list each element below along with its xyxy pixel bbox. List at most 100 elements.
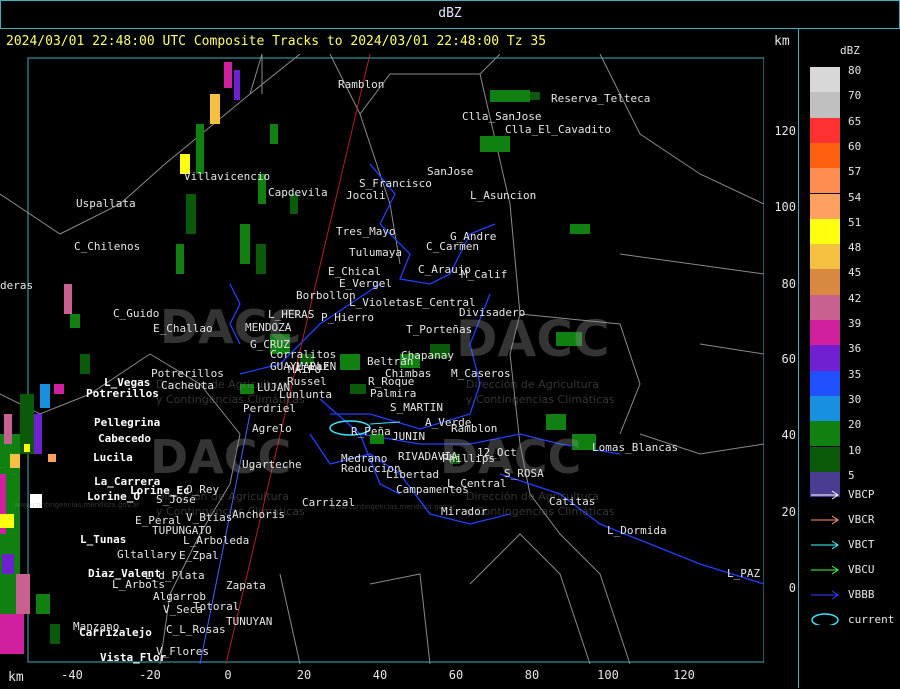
legend-swatch xyxy=(810,168,840,194)
place-label: deras xyxy=(0,279,34,292)
place-label: JUNIN xyxy=(392,430,426,443)
legend-value: 80 xyxy=(848,64,862,77)
place-label: E_Challao xyxy=(153,322,213,335)
place-label: E_Zpal xyxy=(179,549,219,562)
y-tick: 40 xyxy=(781,428,796,442)
legend-value: 51 xyxy=(848,215,862,229)
place-label: Uspallata xyxy=(76,197,136,210)
legend-title: dBZ xyxy=(840,44,860,57)
place-label: S_ROSA xyxy=(504,467,544,480)
legend-value: 5 xyxy=(848,468,855,482)
legend-value: 10 xyxy=(848,443,862,457)
place-label: Lomas_Blancas xyxy=(592,441,679,454)
composite-tracks-subtitle: 2024/03/01 22:48:00 UTC Composite Tracks… xyxy=(6,34,547,49)
legend-track-name: current xyxy=(848,613,895,626)
place-label: Anchoris xyxy=(232,508,285,521)
track-arrow-icon xyxy=(811,490,839,500)
legend-swatch xyxy=(810,142,840,169)
place-label: Potrerillos xyxy=(86,387,159,400)
place-label: Lunlunta xyxy=(279,388,332,401)
place-label: S_MARTIN xyxy=(390,401,443,414)
place-label: L_Dormida xyxy=(607,524,667,537)
legend-value: 30 xyxy=(848,392,862,406)
place-label: Tulumaya xyxy=(349,246,402,259)
current-track-path xyxy=(369,421,401,425)
legend-swatch xyxy=(810,67,840,93)
x-tick: -20 xyxy=(139,668,161,682)
legend-track-name: VBCP xyxy=(848,488,875,501)
legend-value: 60 xyxy=(848,139,862,153)
watermark-brand-3: DACC xyxy=(150,430,292,484)
place-label: L_PAZ xyxy=(727,567,761,580)
place-label: Campamentos xyxy=(396,483,469,496)
place-label: Borbollon xyxy=(296,289,356,302)
place-label: Ramblon xyxy=(451,422,498,435)
place-label: Lorine_O xyxy=(87,490,140,503)
x-tick: 60 xyxy=(448,668,464,682)
y-tick: 0 xyxy=(788,581,796,595)
y-tick: 100 xyxy=(774,200,796,214)
place-label: Chapanay xyxy=(401,349,454,362)
place-label: L_Asuncion xyxy=(470,189,537,202)
place-label: Vista_Flor xyxy=(100,651,167,664)
place-label: Russel xyxy=(287,375,327,388)
legend-swatch xyxy=(810,446,840,472)
track-arrow-icon xyxy=(811,540,839,550)
legend-value: 54 xyxy=(848,190,862,204)
x-tick: 80 xyxy=(524,668,540,682)
place-label: L_Arboleda xyxy=(183,534,250,547)
legend-swatch xyxy=(810,92,840,118)
radar-echoes-north xyxy=(176,62,298,274)
watermark-line2: y Contingencias Climáticas xyxy=(466,393,615,406)
km-unit-label-top: km xyxy=(774,34,790,49)
legend-track-name: VBCT xyxy=(848,538,875,551)
place-label: Clla_El_Cavadito xyxy=(505,123,611,136)
legend-swatch xyxy=(810,193,840,219)
place-label: Libertad xyxy=(386,468,439,481)
place-label: R_Peña xyxy=(351,425,391,438)
legend-value: 70 xyxy=(848,89,862,103)
x-tick: -40 xyxy=(61,668,83,682)
y-tick: 60 xyxy=(781,352,796,366)
place-label: Carrizal xyxy=(302,496,355,509)
x-tick: 120 xyxy=(673,668,695,682)
legend-swatch xyxy=(810,117,840,143)
place-label: Ugarteche xyxy=(242,458,302,471)
x-tick: 0 xyxy=(224,668,232,682)
x-tick: 100 xyxy=(597,668,619,682)
y-tick: 120 xyxy=(774,124,796,138)
place-label: S_Jose xyxy=(156,493,196,506)
track-arrow-icon xyxy=(811,565,839,575)
place-label: Catitas xyxy=(549,495,596,508)
legend-swatch xyxy=(810,294,840,320)
place-label: V_Btias xyxy=(186,511,233,524)
place-label: Tres_Mayo xyxy=(336,225,396,238)
place-label: T_Porteñas xyxy=(406,323,473,336)
radar-echoes-west xyxy=(0,284,90,654)
place-label: C_L_Rosas xyxy=(166,623,226,636)
window-title: dBZ xyxy=(438,6,462,21)
current-track-symbol xyxy=(811,613,839,625)
place-label: Gltallary xyxy=(117,548,177,561)
legend-value: 65 xyxy=(848,114,862,128)
legend-swatch xyxy=(810,218,840,245)
legend-swatch xyxy=(810,269,840,295)
place-label: TUNUYAN xyxy=(226,615,273,628)
place-label: Totoral xyxy=(193,600,240,613)
legend-value: 57 xyxy=(848,165,862,179)
legend-track-name: VBBB xyxy=(848,588,875,601)
place-label: C_Guido xyxy=(113,307,160,320)
legend-value: 20 xyxy=(848,418,862,432)
legend-swatch xyxy=(810,395,840,422)
place-label: Carrizalejo xyxy=(79,626,152,639)
place-label: Divisadero xyxy=(459,306,526,319)
km-unit-label-bottom: km xyxy=(8,670,24,685)
legend-swatch xyxy=(810,345,840,371)
legend-swatch xyxy=(810,421,840,447)
place-label: L_Violetas xyxy=(349,296,416,309)
place-label: Jocoli xyxy=(346,189,386,202)
legend-track-name: VBCU xyxy=(848,563,875,576)
legend-swatch xyxy=(810,244,840,270)
y-tick: 20 xyxy=(781,505,796,519)
place-label: Zapata xyxy=(226,579,266,592)
